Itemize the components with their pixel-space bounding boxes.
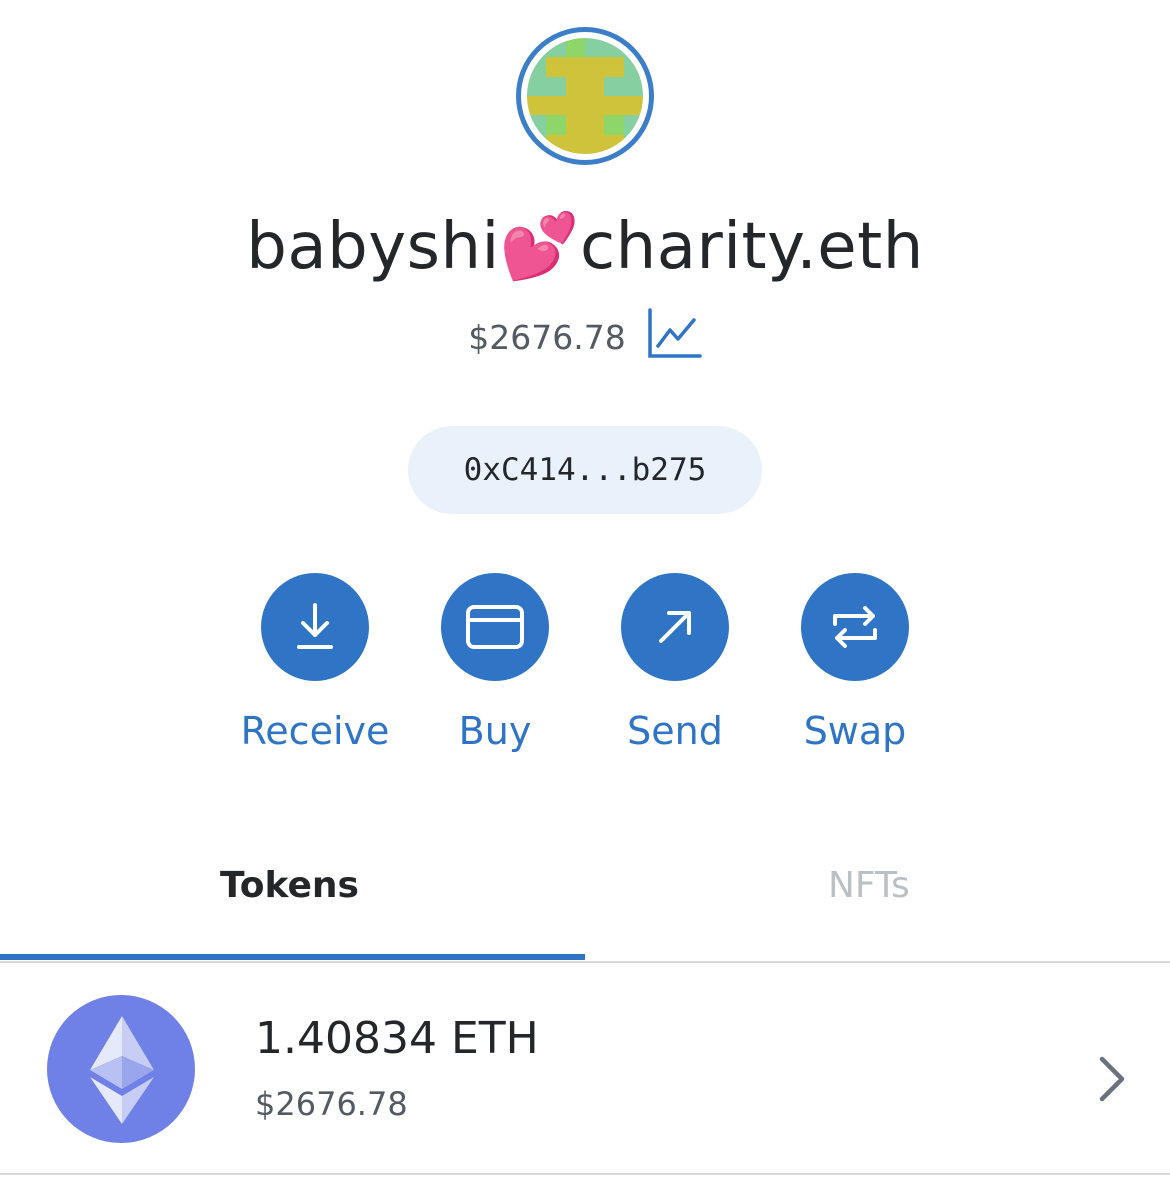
action-bar: Receive Buy Send Swap (0, 573, 1170, 773)
identicon-cell (604, 115, 624, 135)
identicon-cell (604, 96, 624, 116)
send-button[interactable]: Send (580, 573, 770, 753)
token-row[interactable]: 1.40834 ETH $2676.78 (0, 965, 1170, 1177)
identicon-cell (546, 57, 566, 77)
card-icon (466, 605, 524, 649)
tab-nfts[interactable]: NFTs (828, 865, 910, 906)
identicon-cell (565, 38, 585, 58)
buy-circle[interactable] (441, 573, 549, 681)
buy-label: Buy (458, 709, 532, 753)
identicon-cell (623, 57, 643, 77)
chevron-right-icon[interactable] (1092, 1053, 1132, 1105)
tab-tokens[interactable]: Tokens (220, 865, 359, 906)
identicon-cell (546, 96, 566, 116)
tab-divider (0, 961, 1170, 963)
identicon-cell (527, 57, 547, 77)
swap-circle[interactable] (801, 573, 909, 681)
send-label: Send (627, 709, 723, 753)
identicon-cell (604, 134, 624, 154)
receive-button[interactable]: Receive (220, 573, 410, 753)
send-arrow-icon (659, 611, 691, 643)
address-pill[interactable]: 0xC414...b275 (408, 426, 762, 514)
token-fiat-value: $2676.78 (255, 1085, 408, 1123)
identicon-cell (565, 57, 585, 77)
receive-label: Receive (240, 709, 390, 753)
identicon-cell (623, 38, 643, 58)
identicon-cell (527, 38, 547, 58)
identicon-cell (546, 134, 566, 154)
chart-icon[interactable] (646, 306, 702, 362)
tab-bar: Tokens NFTs (0, 835, 1170, 965)
account-balance: $2676.78 (468, 317, 626, 357)
identicon-cell (527, 115, 547, 135)
receive-arrow-icon (297, 603, 333, 649)
identicon-cell (585, 96, 605, 116)
active-tab-indicator (0, 954, 585, 960)
swap-icon (833, 606, 877, 648)
identicon-cell (565, 134, 585, 154)
identicon-cell (527, 134, 547, 154)
swap-button[interactable]: Swap (760, 573, 950, 753)
identicon-cell (565, 76, 585, 96)
identicon-cell (623, 134, 643, 154)
identicon-cell (623, 96, 643, 116)
identicon-cell (585, 134, 605, 154)
identicon-cell (546, 76, 566, 96)
send-circle[interactable] (621, 573, 729, 681)
identicon-cell (585, 115, 605, 135)
token-amount: 1.40834 ETH (255, 1013, 539, 1064)
eth-icon (47, 995, 195, 1143)
swap-label: Swap (803, 709, 907, 753)
identicon-cell (546, 38, 566, 58)
identicon-cell (585, 76, 605, 96)
identicon-cell (527, 96, 547, 116)
row-divider (0, 1173, 1170, 1175)
identicon-cell (623, 115, 643, 135)
balance-row: $2676.78 (0, 308, 1170, 362)
receive-circle[interactable] (261, 573, 369, 681)
account-avatar[interactable] (516, 27, 654, 165)
identicon-cell (527, 76, 547, 96)
buy-button[interactable]: Buy (400, 573, 590, 753)
identicon-cell (565, 115, 585, 135)
identicon-cell (604, 38, 624, 58)
identicon-cell (604, 57, 624, 77)
identicon (527, 38, 643, 154)
account-name[interactable]: babyshi💕charity.eth (0, 202, 1170, 292)
identicon-cell (623, 76, 643, 96)
identicon-cell (604, 76, 624, 96)
identicon-cell (585, 57, 605, 77)
identicon-cell (585, 38, 605, 58)
identicon-cell (565, 96, 585, 116)
identicon-cell (546, 115, 566, 135)
